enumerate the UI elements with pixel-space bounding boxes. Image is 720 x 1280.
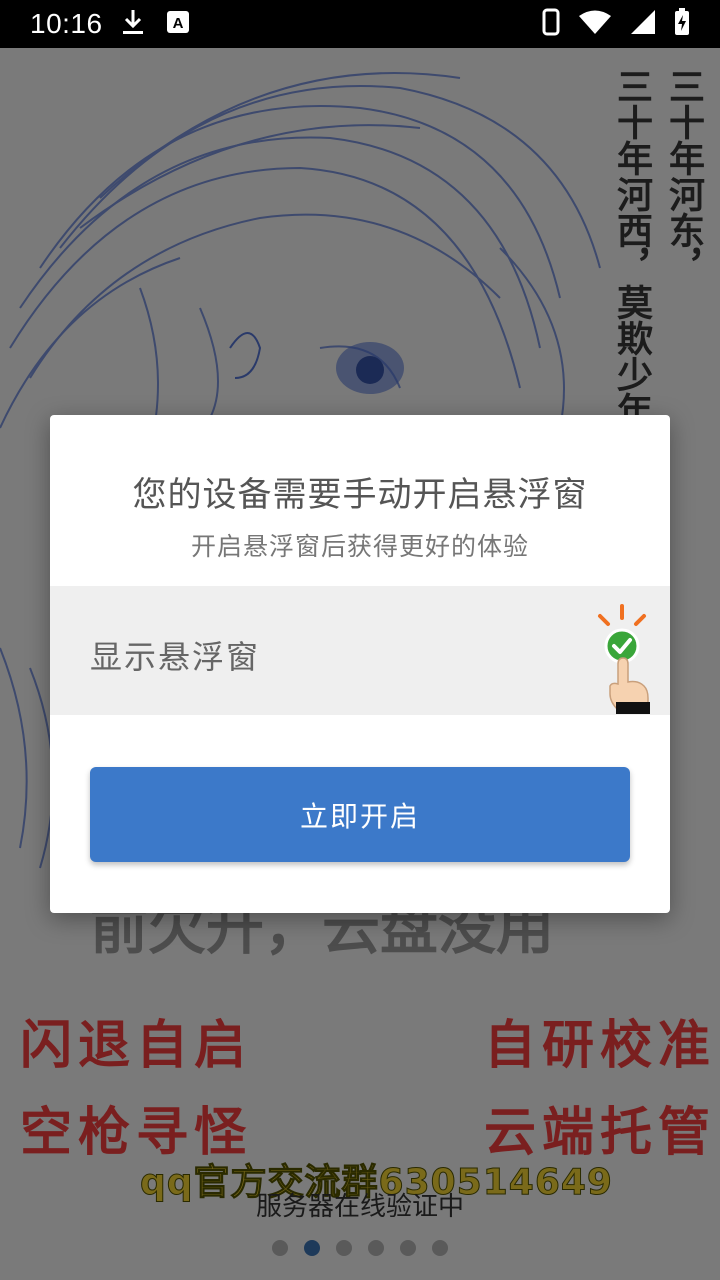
pager-dot <box>400 1240 416 1256</box>
enable-now-button[interactable]: 立即开启 <box>90 767 630 862</box>
permission-label: 显示悬浮窗 <box>90 638 261 676</box>
tap-hand-icon <box>590 602 660 718</box>
slogan-1: 闪退自启 <box>20 1015 253 1076</box>
pager-dot-active <box>304 1240 320 1256</box>
download-icon <box>121 8 145 40</box>
dialog-title: 您的设备需要手动开启悬浮窗 <box>132 475 588 515</box>
battery-charging-icon <box>674 8 690 40</box>
status-bar: 10:16 A <box>0 0 720 48</box>
poem-line-1: 三十年河东， <box>663 68 705 284</box>
pager-dot <box>368 1240 384 1256</box>
slogan-2: 自研校准 <box>484 1015 717 1076</box>
phone-icon <box>542 8 560 40</box>
wifi-icon <box>578 9 612 39</box>
poem-line-2: 三十年河西，莫欺少年 <box>611 68 653 428</box>
pager-dot <box>432 1240 448 1256</box>
pager-dots <box>0 1240 720 1256</box>
dialog-subtitle: 开启悬浮窗后获得更好的体验 <box>190 532 529 561</box>
overlay-permission-dialog: 您的设备需要手动开启悬浮窗 开启悬浮窗后获得更好的体验 显示悬浮窗 立即开启 <box>50 415 670 913</box>
svg-text:A: A <box>172 15 183 32</box>
signal-icon <box>630 9 656 39</box>
status-time: 10:16 <box>30 8 103 39</box>
pager-dot <box>272 1240 288 1256</box>
pager-dot <box>336 1240 352 1256</box>
a-badge-icon: A <box>166 11 189 37</box>
server-verify-text: 服务器在线验证中 <box>255 1192 464 1222</box>
permission-row[interactable]: 显示悬浮窗 <box>50 586 670 715</box>
